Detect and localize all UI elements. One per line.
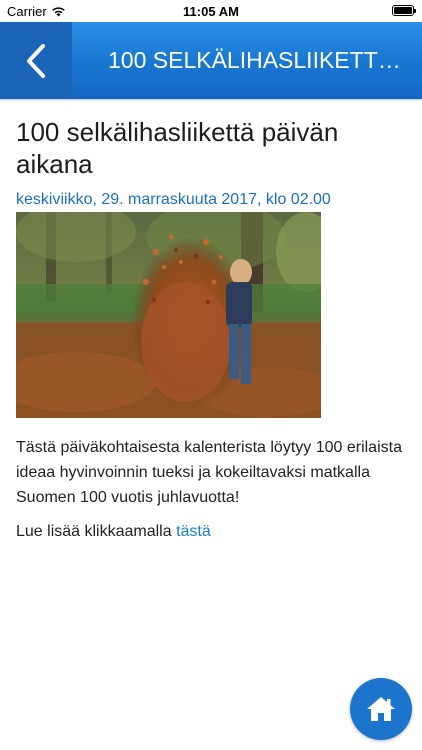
read-more-line: Lue lisää klikkaamalla tästä: [16, 521, 408, 543]
article-image: [16, 212, 321, 418]
article-body: Tästä päiväkohtaisesta kalenterista löyt…: [16, 439, 402, 506]
article-title: 100 selkälihasliikettä päivän aikana: [16, 117, 339, 179]
nav-bar: 100 SELKÄLIHASLIIKETTÄ...: [0, 22, 422, 99]
nav-title: 100 SELKÄLIHASLIIKETTÄ...: [108, 47, 412, 73]
read-more-prefix: Lue lisää klikkaamalla: [16, 523, 177, 540]
article-content: 100 selkälihasliikettä päivän aikana kes…: [16, 99, 408, 543]
status-time: 11:05 AM: [183, 4, 239, 19]
home-icon: [367, 697, 395, 721]
chevron-left-icon: [27, 43, 45, 78]
status-bar: Carrier 11:05 AM: [0, 0, 422, 22]
battery-icon: [392, 5, 416, 16]
home-button[interactable]: [350, 678, 412, 740]
autumn-leaves-photo: [16, 212, 321, 418]
read-more-link[interactable]: tästä: [176, 523, 211, 540]
back-button[interactable]: [0, 22, 72, 99]
article-date: keskiviikko, 29. marraskuuta 2017, klo 0…: [16, 191, 331, 208]
